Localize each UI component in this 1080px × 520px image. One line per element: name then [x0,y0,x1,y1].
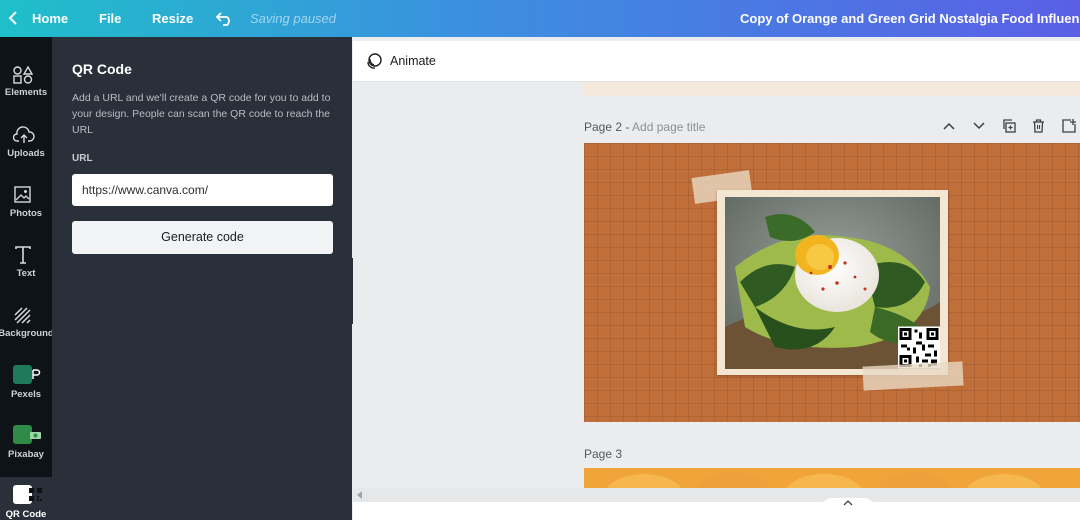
animate-button[interactable]: Animate [390,41,436,81]
rail-item-pexels[interactable]: Pexels [0,357,52,417]
generate-code-button[interactable]: Generate code [72,221,333,254]
horizontal-scrollbar[interactable] [353,488,1080,502]
page-2-label: Page 2 - Add page title [584,120,705,134]
page-3-canvas[interactable] [584,468,1080,488]
food-photo[interactable] [725,197,940,369]
bottom-bar [353,498,1080,520]
page-1-preview[interactable] [584,82,1080,96]
pages-drawer-toggle[interactable] [817,496,879,512]
resize-button[interactable]: Resize [152,0,193,37]
panel-title: QR Code [72,61,132,77]
url-input[interactable] [72,174,333,206]
animate-icon[interactable] [365,52,383,70]
rail-item-background[interactable]: Background [0,297,54,357]
file-menu[interactable]: File [99,0,121,37]
rail-item-pixabay[interactable]: Pixabay [0,417,52,477]
scroll-left-icon[interactable] [357,491,363,499]
rail-item-qr-code[interactable]: QR Code [0,477,52,520]
panel-description: Add a URL and we'll create a QR code for… [72,92,331,136]
rail-item-uploads[interactable]: Uploads [0,117,52,177]
chevron-left-icon[interactable] [8,11,18,25]
page-2-title-input[interactable]: Add page title [632,120,705,134]
chevron-down-icon[interactable] [973,122,985,130]
rail-item-text[interactable]: Text [0,237,52,297]
tape-decoration[interactable] [862,361,964,391]
pixabay-logo-icon [13,425,41,444]
duplicate-page-icon[interactable] [1002,119,1016,133]
side-rail: Elements Uploads Photos Text Background … [0,37,54,520]
photo-frame[interactable] [717,190,948,375]
home-button[interactable]: Home [32,0,68,37]
image-icon [14,186,31,203]
page-3-preview-image [584,468,1080,488]
rail-item-photos[interactable]: Photos [0,177,52,237]
top-bar: Home File Resize Saving paused Copy of O… [0,0,1080,37]
trash-icon[interactable] [1032,119,1045,133]
cloud-upload-icon [13,126,35,143]
qr-code-icon [13,485,42,504]
url-label: URL [72,153,93,164]
qr-code-panel: QR Code Add a URL and we'll create a QR … [52,37,352,520]
text-icon [15,246,31,264]
rail-item-elements[interactable]: Elements [0,57,52,117]
document-title[interactable]: Copy of Orange and Green Grid Nostalgia … [740,0,1080,37]
pexels-logo-icon [13,365,41,384]
canvas-stage: Page 2 - Add page title Page 3 [353,82,1080,488]
undo-icon[interactable] [216,10,234,26]
chevron-up-icon[interactable] [943,122,955,130]
animate-toolbar: Animate [353,41,1080,82]
save-status: Saving paused [250,11,337,26]
hatch-pattern-icon [14,307,31,324]
page-2-number: Page 2 - [584,120,633,134]
add-page-icon[interactable] [1062,119,1076,133]
page-2-canvas[interactable] [584,143,1080,422]
page-3-label: Page 3 [584,447,623,461]
shapes-icon [13,66,33,84]
